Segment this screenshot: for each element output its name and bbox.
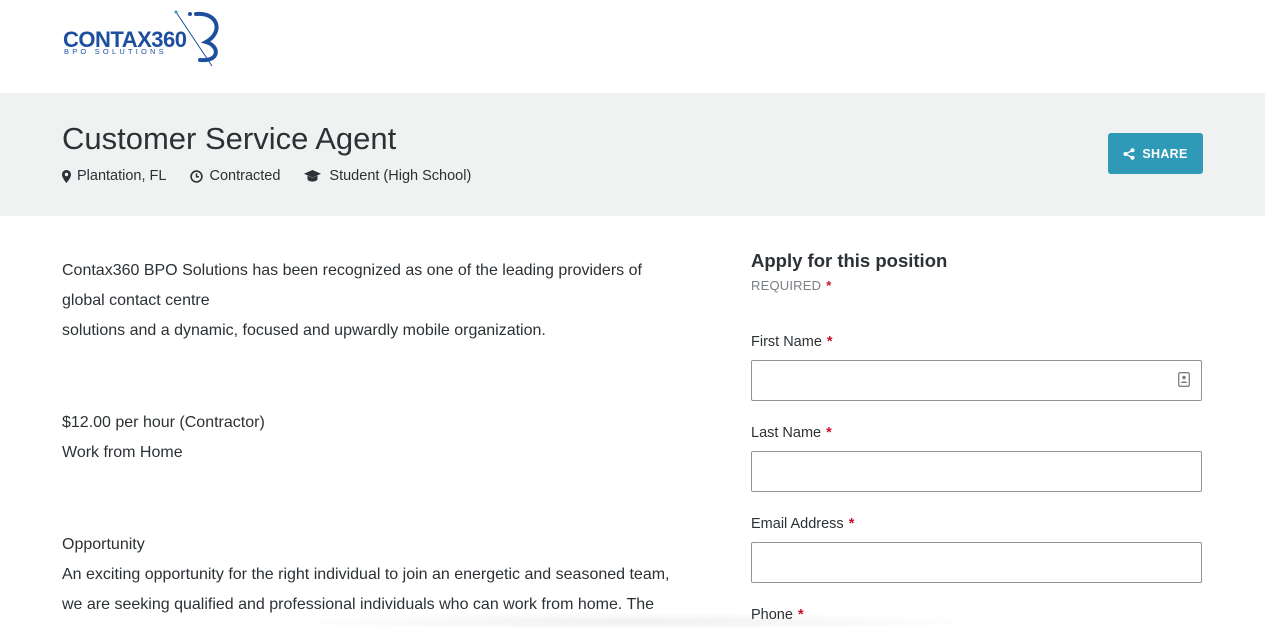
apply-title: Apply for this position — [751, 250, 948, 271]
application-form: Apply for this position REQUIRED * First … — [751, 250, 1203, 623]
last-name-input[interactable] — [751, 451, 1202, 492]
opportunity-heading: Opportunity — [62, 536, 145, 553]
description-line: An exciting opportunity for the right in… — [62, 566, 670, 583]
logo-swoosh-icon — [174, 10, 219, 67]
required-star: * — [826, 425, 832, 441]
last-name-label-text: Last Name — [751, 425, 822, 441]
required-star: * — [848, 516, 855, 532]
graduation-cap-icon — [304, 170, 322, 182]
clock-icon — [190, 169, 204, 183]
job-type: Contracted — [190, 168, 280, 184]
required-note: REQUIRED * — [751, 278, 1203, 293]
required-star: * — [826, 334, 833, 350]
first-name-field-group: First Name * — [751, 334, 1202, 401]
required-note-text: REQUIRED — [751, 278, 822, 293]
pay-rate: $12.00 per hour (Contractor) — [62, 414, 265, 431]
job-meta: Plantation, FL Contracted Student (High … — [62, 168, 495, 184]
job-education-text: Student (High School) — [329, 168, 472, 184]
first-name-label-text: First Name — [751, 334, 822, 350]
site-header: CONTAX360 BPO SOLUTIONS — [0, 0, 1265, 93]
email-input[interactable] — [751, 542, 1202, 583]
last-name-label: Last Name * — [751, 425, 1202, 441]
contax360-logo[interactable]: CONTAX360 BPO SOLUTIONS — [62, 10, 232, 72]
email-label-text: Email Address — [751, 516, 844, 532]
job-header: Customer Service Agent Plantation, FL Co… — [0, 93, 1265, 216]
job-title: Customer Service Agent — [62, 121, 397, 156]
first-name-label: First Name * — [751, 334, 1202, 350]
job-location-text: Plantation, FL — [77, 168, 167, 184]
first-name-input[interactable] — [751, 360, 1202, 401]
job-education: Student (High School) — [304, 168, 471, 184]
map-marker-icon — [62, 169, 71, 183]
description-line: Contax360 BPO Solutions has been recogni… — [62, 262, 642, 279]
last-name-field-group: Last Name * — [751, 425, 1202, 492]
required-star: * — [826, 278, 832, 293]
contact-card-icon[interactable] — [1178, 372, 1190, 392]
work-location: Work from Home — [62, 444, 183, 461]
description-line: solutions and a dynamic, focused and upw… — [62, 322, 546, 339]
share-icon — [1123, 147, 1135, 160]
share-button[interactable]: SHARE — [1108, 133, 1203, 174]
job-type-text: Contracted — [209, 168, 281, 184]
email-field-group: Email Address * — [751, 516, 1202, 583]
scroll-shadow — [270, 612, 1000, 627]
job-description: Contax360 BPO Solutions has been recogni… — [62, 256, 722, 620]
logo-subtitle: BPO SOLUTIONS — [64, 47, 167, 56]
email-label: Email Address * — [751, 516, 1202, 532]
job-location: Plantation, FL — [62, 168, 166, 184]
share-button-label: SHARE — [1142, 146, 1188, 161]
description-line: global contact centre — [62, 292, 210, 309]
